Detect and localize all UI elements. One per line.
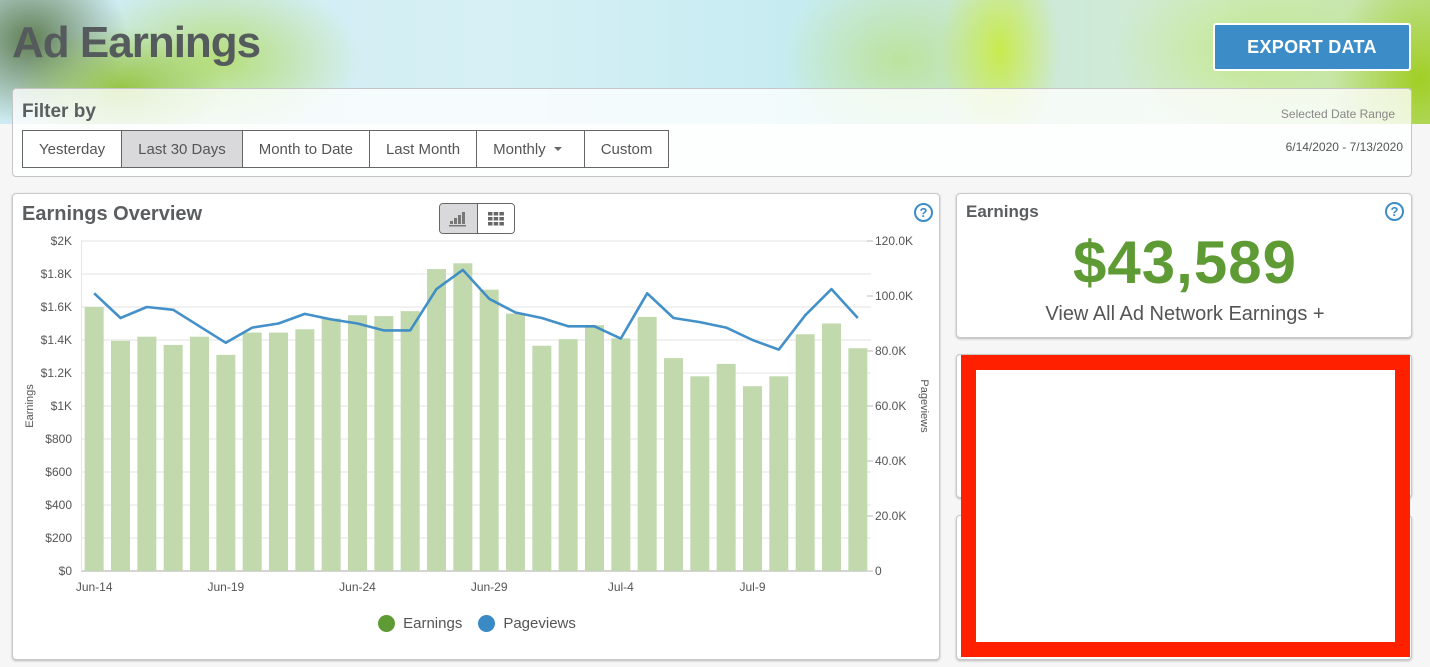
y2-tick-label: 20.0K <box>875 509 906 523</box>
y-tick-label: $1.6K <box>41 300 72 314</box>
y-tick-label: $1.8K <box>41 267 72 281</box>
y-axis-title: Earnings <box>24 384 36 428</box>
date-range-label: Selected Date Range <box>1280 107 1395 121</box>
earnings-bar <box>111 340 130 571</box>
earnings-bar <box>690 376 710 571</box>
filter-label: Filter by <box>22 101 96 122</box>
page-title: Ad Earnings <box>12 18 261 67</box>
filter-last-month-label: Last Month <box>385 140 461 158</box>
y2-axis-title: Pageviews <box>918 379 930 433</box>
earnings-bar <box>84 307 104 571</box>
bar-chart-icon <box>449 211 467 226</box>
earnings-bar <box>374 316 394 571</box>
earnings-help-icon[interactable]: ? <box>1385 202 1404 221</box>
y2-tick-label: 60.0K <box>875 399 906 413</box>
earnings-bar <box>611 338 631 571</box>
filter-last-30-days-label: Last 30 Days <box>138 140 226 158</box>
y-tick-label: $200 <box>45 531 72 545</box>
redaction-box <box>961 355 1410 657</box>
earnings-bar <box>137 336 157 571</box>
y-tick-label: $800 <box>45 432 72 446</box>
filter-last-30-days-button[interactable]: Last 30 Days <box>122 131 243 167</box>
earnings-bar <box>242 332 262 571</box>
legend-earnings[interactable]: Earnings <box>378 615 462 632</box>
filter-custom-label: Custom <box>600 140 653 158</box>
overview-help-icon[interactable]: ? <box>914 203 933 222</box>
export-data-button[interactable]: EXPORT DATA <box>1213 23 1411 71</box>
date-range-value: 6/14/2020 - 7/13/2020 <box>1285 140 1403 154</box>
filter-last-month-button[interactable]: Last Month <box>369 131 478 167</box>
earnings-chart: $0 $200 $400 $600 $800 $1K $1.2K $1.4K $1.6K $1.8… <box>24 234 930 594</box>
total-earnings-value: $43,589 <box>1073 229 1297 296</box>
earnings-bar <box>664 358 683 571</box>
earnings-bar <box>637 316 657 571</box>
x-tick-label: Jul-4 <box>608 580 634 594</box>
grid-icon <box>487 211 504 225</box>
view-toggle <box>439 203 515 234</box>
date-filter-group: Yesterday Last 30 Days Month to Date Las… <box>22 130 670 168</box>
filter-month-to-date-label: Month to Date <box>258 140 353 158</box>
y-tick-label: $1.4K <box>41 333 72 347</box>
y2-tick-label: 80.0K <box>875 344 906 358</box>
x-tick-label: Jun-24 <box>339 580 376 594</box>
legend-earnings-dot <box>378 615 396 632</box>
x-tick-label: Jun-29 <box>471 580 508 594</box>
legend-pageviews[interactable]: Pageviews <box>478 615 576 632</box>
filter-monthly-label: Monthly <box>493 140 546 158</box>
y2-tick-label: 120.0K <box>875 234 913 248</box>
earnings-bar <box>532 345 552 571</box>
earnings-bar <box>558 339 578 571</box>
chart-title: Earnings Overview <box>22 203 203 225</box>
earnings-bar <box>163 344 183 571</box>
y-tick-label: $400 <box>45 498 72 512</box>
legend-pageviews-dot <box>478 615 496 632</box>
earnings-bar <box>453 263 473 571</box>
chart-legend: Earnings Pageviews <box>13 615 941 632</box>
x-tick-label: Jun-19 <box>207 580 244 594</box>
earnings-bar <box>716 363 736 571</box>
y2-tick-label: 40.0K <box>875 454 906 468</box>
earnings-overview-panel: $0 $200 $400 $600 $800 $1K $1.2K $1.4K $1.6K $1.8… <box>12 193 940 660</box>
filter-custom-button[interactable]: Custom <box>584 131 669 167</box>
chart-view-button[interactable] <box>440 204 478 233</box>
y2-tick-label: 0 <box>875 564 882 578</box>
earnings-bar <box>769 376 789 571</box>
y2-tick-label: 100.0K <box>875 289 913 303</box>
table-view-button[interactable] <box>477 204 514 233</box>
earnings-bar <box>585 325 604 571</box>
earnings-bar <box>822 323 841 571</box>
earnings-bar <box>848 348 868 571</box>
legend-earnings-label: Earnings <box>403 615 463 632</box>
y-tick-label: $2K <box>51 234 72 248</box>
x-tick-label: Jul-9 <box>739 580 765 594</box>
y-tick-label: $1.2K <box>41 366 72 380</box>
filter-yesterday-button[interactable]: Yesterday <box>23 131 123 167</box>
earnings-bar <box>348 315 367 571</box>
y-tick-label: $0 <box>59 564 73 578</box>
y-tick-label: $600 <box>45 465 72 479</box>
view-all-ad-network-earnings-link[interactable]: View All Ad Network Earnings + <box>957 303 1413 326</box>
earnings-bar <box>216 354 236 571</box>
y-tick-label: $1K <box>51 399 72 413</box>
earnings-bar <box>506 313 525 571</box>
caret-down-icon <box>553 147 562 151</box>
earnings-bar <box>269 332 288 571</box>
filter-panel: Filter by Yesterday Last 30 Days Month t… <box>12 88 1412 177</box>
earnings-bar <box>321 318 341 571</box>
earnings-bar <box>479 289 499 571</box>
filter-monthly-dropdown[interactable]: Monthly <box>477 131 585 167</box>
earnings-bar <box>427 269 446 571</box>
earnings-bar <box>743 386 762 571</box>
earnings-bar <box>190 336 209 571</box>
earnings-bar <box>795 334 815 571</box>
earnings-card-title: Earnings <box>966 202 1039 221</box>
filter-month-to-date-button[interactable]: Month to Date <box>242 131 370 167</box>
earnings-summary-card: Earnings ? $43,589 View All Ad Network E… <box>956 193 1412 338</box>
filter-yesterday-label: Yesterday <box>39 140 106 158</box>
legend-pageviews-label: Pageviews <box>503 615 576 632</box>
earnings-bar <box>295 329 315 571</box>
x-tick-label: Jun-14 <box>76 580 113 594</box>
earnings-bar <box>400 311 420 571</box>
